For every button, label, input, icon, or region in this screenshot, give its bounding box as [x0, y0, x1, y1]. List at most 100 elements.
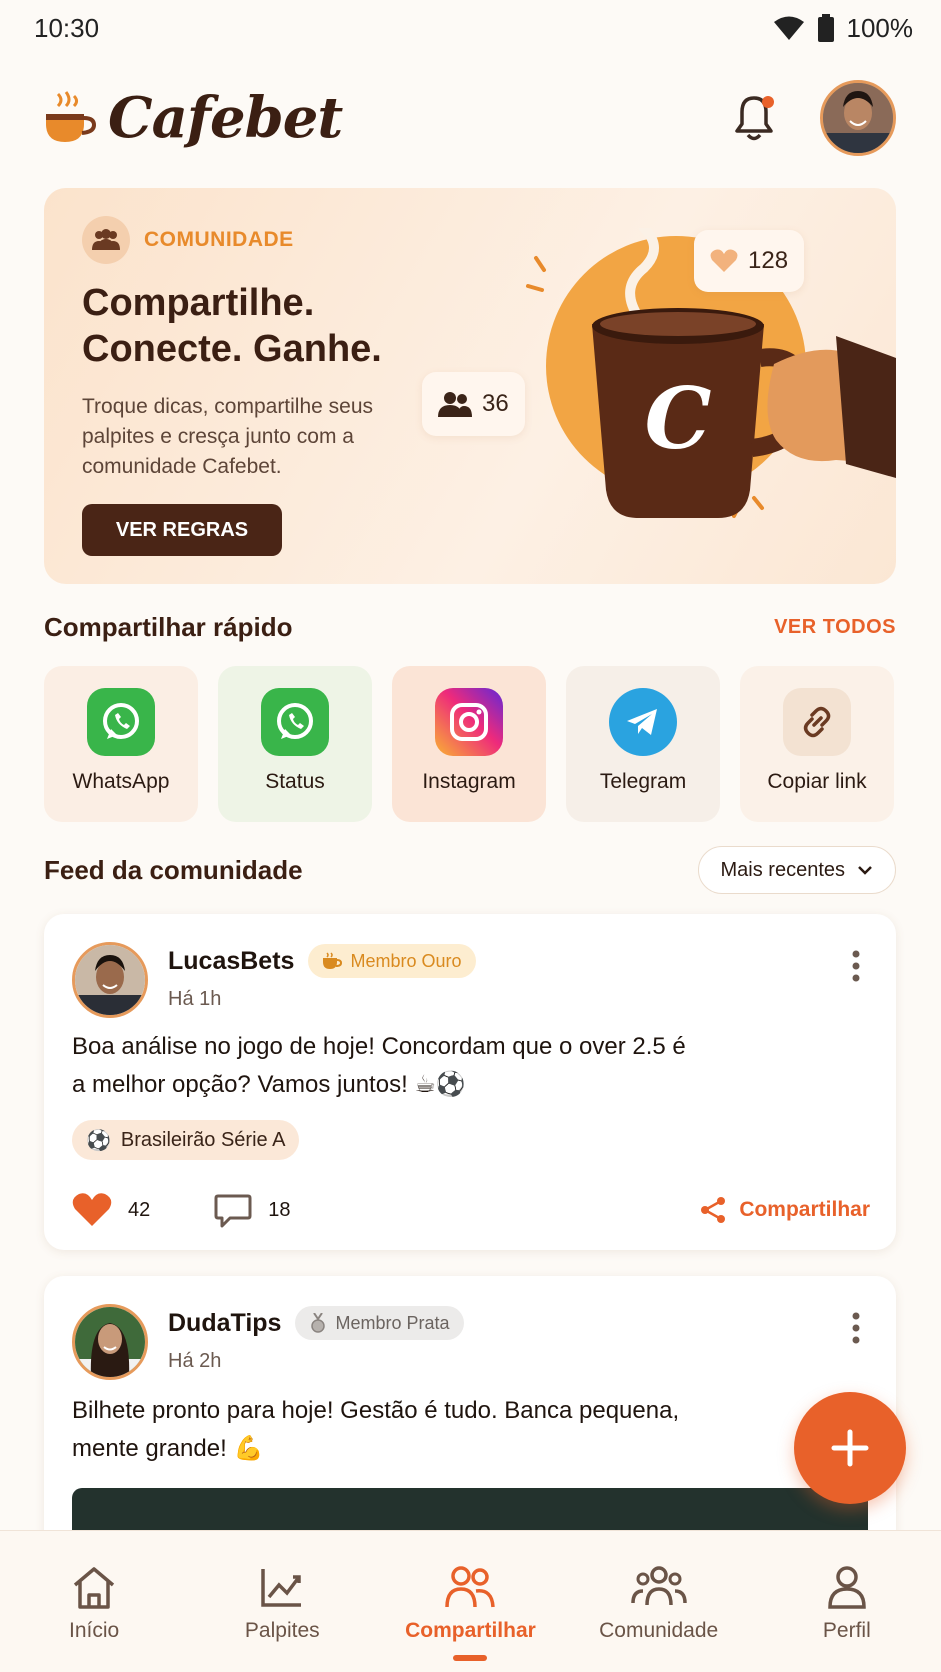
see-all-link[interactable]: VER TODOS: [774, 616, 896, 639]
plus-icon: [831, 1429, 869, 1467]
heart-icon: [710, 249, 738, 272]
post-author[interactable]: DudaTips: [168, 1309, 281, 1338]
share-instagram-label: Instagram: [422, 770, 516, 793]
members-bubble: 36: [422, 372, 525, 436]
feed-post: LucasBets Membro Ouro Há 1h Boa análise …: [44, 914, 896, 1250]
like-button[interactable]: 42: [72, 1193, 150, 1227]
nav-item-share[interactable]: Compartilhar: [385, 1565, 555, 1661]
share-post-button[interactable]: Compartilhar: [699, 1196, 870, 1224]
nav-item-home[interactable]: Início: [9, 1565, 179, 1643]
likes-bubble: 128: [694, 230, 805, 292]
quick-share-row: WhatsApp Status Instagram Telegram Copia…: [44, 666, 896, 822]
post-text-line-2: a melhor opção? Vamos juntos! ☕⚽: [72, 1071, 466, 1098]
soccer-ball-icon: ⚽: [86, 1129, 111, 1152]
sort-dropdown[interactable]: Mais recentes: [697, 846, 896, 894]
group-icon: [630, 1566, 687, 1606]
hero-tag: COMUNIDADE: [82, 216, 294, 264]
brand-name: Cafebet: [108, 85, 343, 151]
share-status-label: Status: [265, 770, 325, 793]
gold-member-badge: Membro Ouro: [308, 944, 476, 978]
coffee-cup-icon: [46, 91, 96, 142]
post-header: LucasBets Membro Ouro Há 1h: [72, 942, 476, 1018]
mug-letter: C: [645, 369, 712, 468]
more-options-icon[interactable]: [846, 1308, 866, 1348]
post-text-line-2: mente grande! 💪: [72, 1435, 264, 1462]
avatar[interactable]: [72, 1304, 148, 1380]
whatsapp-icon: [87, 688, 155, 756]
hero-description: Troque dicas, compartilhe seus palpites …: [82, 395, 374, 478]
hero-title-line-1: Compartilhe.: [82, 282, 315, 324]
hero-tag-label: COMUNIDADE: [144, 228, 294, 251]
bottom-nav: Início Palpites Compartilhar Comunidade …: [0, 1530, 941, 1672]
nav-label: Compartilhar: [405, 1619, 536, 1642]
instagram-icon: [435, 688, 503, 756]
community-hero-banner: COMUNIDADE Compartilhe. Conecte. Ganhe. …: [44, 188, 896, 584]
post-text: Bilhete pronto para hoje! Gestão é tudo.…: [72, 1392, 772, 1468]
share-instagram-button[interactable]: Instagram: [392, 666, 546, 822]
share-status-button[interactable]: Status: [218, 666, 372, 822]
status-icons: 100%: [773, 12, 914, 44]
community-icon: [82, 216, 130, 264]
whatsapp-status-icon: [261, 688, 329, 756]
new-post-button[interactable]: [794, 1392, 906, 1504]
share-whatsapp-button[interactable]: WhatsApp: [44, 666, 198, 822]
topic-chip[interactable]: ⚽ Brasileirão Série A: [72, 1120, 300, 1160]
post-header: DudaTips Membro Prata Há 2h: [72, 1304, 464, 1380]
post-meta: LucasBets Membro Ouro Há 1h: [168, 942, 476, 1011]
notifications-button[interactable]: [732, 94, 776, 142]
post-meta: DudaTips Membro Prata Há 2h: [168, 1304, 464, 1373]
wifi-icon: [773, 16, 804, 40]
notification-dot: [762, 96, 774, 108]
avatar[interactable]: [72, 942, 148, 1018]
share-telegram-button[interactable]: Telegram: [566, 666, 720, 822]
active-tab-indicator: [453, 1655, 488, 1661]
user-photo: [75, 945, 145, 1015]
status-bar: 10:30 100%: [0, 0, 941, 56]
brand-logo[interactable]: Cafebet: [44, 85, 343, 151]
badge-label: Membro Prata: [335, 1312, 450, 1333]
profile-icon: [828, 1566, 866, 1609]
coffee-cup-icon: [323, 952, 343, 969]
members-count: 36: [482, 390, 509, 417]
likes-count: 42: [128, 1198, 151, 1221]
hero-illustration: C 128 36: [422, 223, 896, 584]
hero-title: Compartilhe. Conecte. Ganhe.: [82, 280, 502, 372]
hero-title-line-2: Conecte. Ganhe.: [82, 328, 382, 370]
nav-item-community[interactable]: Comunidade: [574, 1565, 744, 1643]
share-post-label: Compartilhar: [739, 1198, 870, 1221]
share-icon: [701, 1197, 726, 1223]
users-icon: [445, 1566, 496, 1608]
app-header: Cafebet: [44, 78, 896, 158]
nav-label: Perfil: [822, 1619, 871, 1642]
silver-member-badge: Membro Prata: [295, 1306, 464, 1340]
profile-avatar[interactable]: [820, 80, 896, 156]
post-time: Há 1h: [168, 988, 222, 1010]
copy-link-label: Copiar link: [767, 770, 867, 793]
nav-label: Início: [68, 1619, 120, 1642]
post-actions: 42 18 Compartilhar: [72, 1192, 870, 1228]
copy-link-button[interactable]: Copiar link: [740, 666, 894, 822]
feed-title: Feed da comunidade: [44, 854, 303, 885]
comment-icon: [214, 1194, 252, 1228]
user-photo: [75, 1307, 145, 1377]
more-options-icon[interactable]: [846, 946, 866, 986]
header-actions: [732, 80, 896, 156]
quick-share-header: Compartilhar rápido VER TODOS: [44, 612, 896, 643]
feed-header: Feed da comunidade Mais recentes: [44, 846, 896, 894]
status-time: 10:30: [34, 12, 100, 43]
post-text-line-1: Boa análise no jogo de hoje! Concordam q…: [72, 1033, 686, 1060]
heart-icon: [72, 1193, 112, 1226]
medal-icon: [311, 1313, 326, 1333]
likes-count: 128: [748, 247, 789, 274]
nav-label: Palpites: [244, 1619, 320, 1642]
battery-level: 100%: [846, 12, 914, 43]
comment-button[interactable]: 18: [214, 1192, 291, 1228]
post-text-line-1: Bilhete pronto para hoje! Gestão é tudo.…: [72, 1397, 680, 1424]
topic-label: Brasileirão Série A: [120, 1128, 286, 1151]
rules-button[interactable]: VER REGRAS: [82, 504, 282, 556]
nav-item-tips[interactable]: Palpites: [197, 1565, 367, 1643]
post-user-row: DudaTips Membro Prata: [168, 1306, 464, 1340]
nav-item-profile[interactable]: Perfil: [762, 1565, 932, 1643]
post-author[interactable]: LucasBets: [168, 947, 294, 976]
chart-icon: [261, 1569, 302, 1607]
